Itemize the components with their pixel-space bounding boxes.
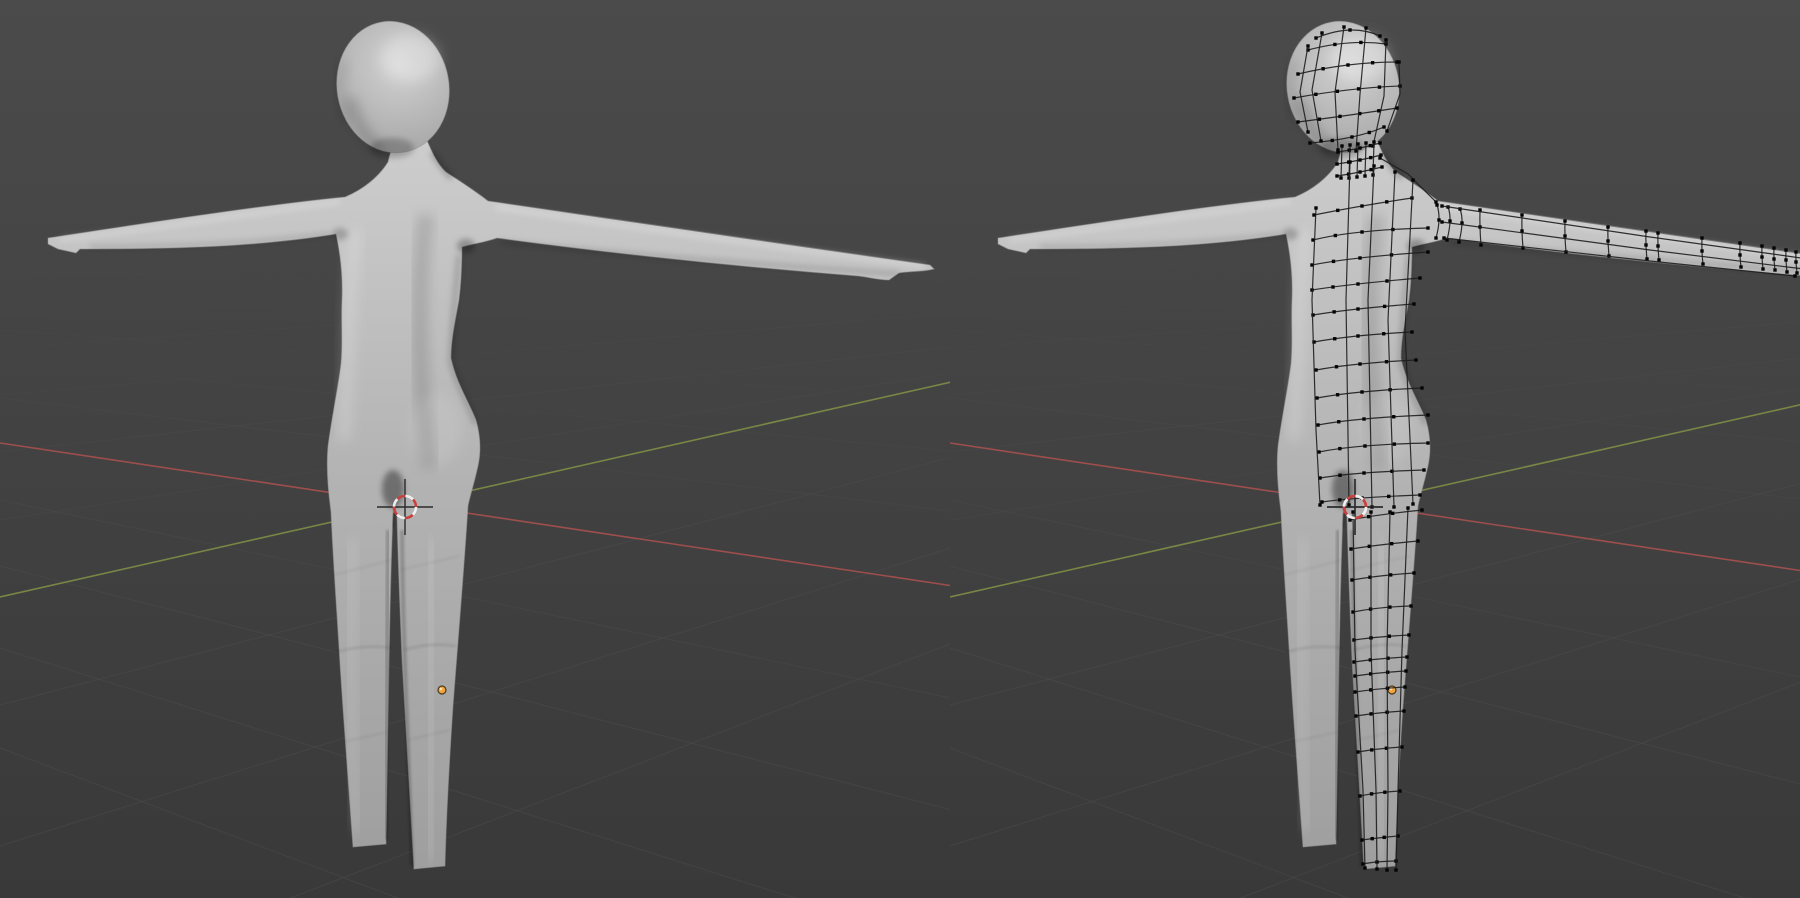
viewport-background [0,0,1800,898]
viewport-composite [0,0,1800,898]
3d-viewport-screenshot [0,0,1800,898]
